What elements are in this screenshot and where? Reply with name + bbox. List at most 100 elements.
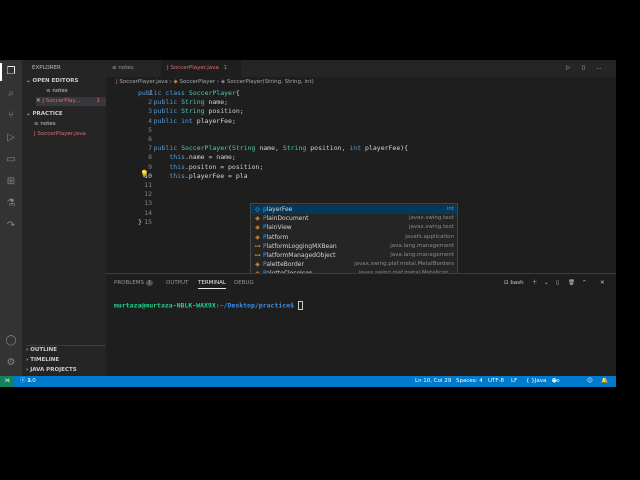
- encoding[interactable]: UTF-8: [488, 376, 504, 387]
- suggestion-detail: int: [446, 206, 454, 212]
- field-icon: ◇: [255, 206, 260, 213]
- breadcrumb-method[interactable]: SoccerPlayer(String, String, int): [227, 79, 314, 85]
- suggestion-item[interactable]: ◈ PlainView javax.swing.text: [251, 223, 457, 232]
- search-icon[interactable]: ⌕: [4, 87, 18, 101]
- feedback-icon[interactable]: ☺: [587, 376, 593, 387]
- explorer-sidebar: EXPLORER ⌄ OPEN EDITORS ≡ notes ✕ J Socc…: [22, 60, 110, 376]
- run-debug-icon[interactable]: ▷: [4, 131, 18, 145]
- code-line[interactable]: }: [138, 218, 142, 226]
- code-line[interactable]: public SoccerPlayer(String name, String …: [138, 144, 408, 152]
- split-icon: ▯: [582, 65, 586, 71]
- code-line[interactable]: this.name = name;: [138, 153, 236, 161]
- tab-terminal[interactable]: TERMINAL: [198, 278, 226, 289]
- java-projects-header[interactable]: › JAVA PROJECTS: [26, 366, 110, 375]
- language-mode[interactable]: { } Java: [526, 376, 546, 387]
- bottom-panel: PROBLEMS 1 OUTPUT TERMINAL DEBUG ⊡ bash …: [106, 273, 616, 377]
- suggestion-item[interactable]: ⊶ PlatformLoggingMXBean java.lang.manageme…: [251, 242, 457, 251]
- class-icon: ◈: [255, 261, 260, 269]
- breadcrumb-class[interactable]: SoccerPlayer: [180, 79, 216, 85]
- source-control-icon[interactable]: ⑂: [4, 109, 18, 123]
- code-line[interactable]: public int playerFee;: [138, 117, 236, 125]
- suggestion-label: PlainView: [263, 224, 292, 232]
- line-number: 5: [148, 125, 152, 134]
- open-editors-header[interactable]: ⌄ OPEN EDITORS: [26, 77, 110, 86]
- suggestion-detail: javafx.application: [405, 233, 454, 240]
- tab-notes[interactable]: ≡ notes: [106, 60, 161, 77]
- run-button[interactable]: ▷: [566, 60, 582, 77]
- suggestion-item[interactable]: ◇ playerFee int: [251, 205, 457, 215]
- suggestion-item[interactable]: ◈ PlainDocument javax.swing.text: [251, 214, 457, 223]
- tab-bar: ≡ notes J SoccerPlayer.java 1 ▷ ▯ …: [106, 60, 616, 77]
- line-number: 13: [144, 199, 152, 208]
- class-icon: ◈: [255, 233, 260, 241]
- suggestion-item[interactable]: ◈ PaletteBorder javax.swing.plaf.metal.Met…: [251, 260, 457, 269]
- explorer-title: EXPLORER: [32, 65, 61, 71]
- close-panel-icon[interactable]: ✕: [600, 278, 605, 288]
- code-line[interactable]: public String position;: [138, 107, 244, 115]
- code-line[interactable]: this.positon = position;: [138, 163, 263, 171]
- terminal-path: :~/Desktop/practice$: [215, 301, 295, 310]
- suggestion-item[interactable]: ⊶ PlatformManagedObject java.lang.manageme…: [251, 251, 457, 260]
- code-line[interactable]: public String name;: [138, 98, 228, 106]
- terminal-output[interactable]: murtaza@murtaza-NBLK-WAX9X:~/Desktop/pra…: [114, 301, 303, 310]
- chevron-down-icon[interactable]: ⌄: [544, 278, 549, 288]
- suggestion-label: Platform: [263, 233, 289, 241]
- suggestion-detail: java.lang.management: [390, 252, 454, 258]
- open-editor-soccerplayer[interactable]: ✕ J SoccerPlay... 1: [36, 97, 106, 106]
- breadcrumb: J SoccerPlayer.java › ◈ SoccerPlayer › ◈…: [106, 77, 616, 87]
- line-number: 15: [144, 217, 152, 226]
- suggestion-detail: javax.swing.plaf.metal.MetalBorders: [354, 261, 454, 268]
- line-number: 14: [144, 208, 152, 217]
- more-actions-button[interactable]: …: [596, 60, 610, 77]
- ellipsis-icon: …: [596, 65, 602, 71]
- status-bar: ⋊ ⓧ 1 ⚠ 0 Ln 10, Col 29 Spaces: 4 UTF-8 …: [0, 376, 616, 387]
- suggestion-detail: javax.swing.text: [409, 224, 454, 231]
- breadcrumb-file[interactable]: SoccerPlayer.java: [119, 79, 167, 85]
- terminal-shell-selector[interactable]: ⊡ bash: [504, 278, 524, 288]
- new-terminal-button[interactable]: ＋: [532, 278, 538, 288]
- timeline-header[interactable]: › TIMELINE: [26, 356, 110, 365]
- workspace-header[interactable]: ⌄ PRACTICE: [26, 110, 110, 119]
- play-icon: ▷: [566, 65, 571, 71]
- bell-icon[interactable]: 🔔: [601, 376, 608, 387]
- code-line[interactable]: this.playerFee = pla: [138, 172, 247, 180]
- remote-indicator-icon[interactable]: ⋊: [0, 376, 14, 387]
- tab-output[interactable]: OUTPUT: [166, 278, 188, 288]
- split-editor-button[interactable]: ▯: [582, 60, 596, 77]
- outline-header[interactable]: › OUTLINE: [26, 345, 110, 355]
- account-icon[interactable]: ◯: [4, 334, 18, 348]
- line-number: 12: [144, 190, 152, 199]
- line-number: 11: [144, 181, 152, 189]
- suggestion-detail: javax.swing.text: [409, 215, 454, 222]
- lightbulb-icon[interactable]: 💡: [140, 170, 149, 178]
- suggestion-label: PlatformManagedObject: [263, 252, 336, 259]
- remote-explorer-icon[interactable]: ▭: [4, 153, 18, 167]
- tab-soccerplayer[interactable]: J SoccerPlayer.java 1: [161, 60, 241, 77]
- explorer-icon[interactable]: ❐: [4, 65, 18, 79]
- editor-group: ≡ notes J SoccerPlayer.java 1 ▷ ▯ … J So…: [106, 60, 616, 377]
- class-icon: ◈: [255, 215, 260, 223]
- line-ending[interactable]: LF: [511, 376, 517, 387]
- suggestion-label: playerFee: [263, 206, 293, 213]
- class-icon: ◈: [255, 224, 260, 232]
- trash-icon[interactable]: 🗑: [568, 278, 575, 288]
- suggestion-label: PlatformLoggingMXBean: [263, 242, 337, 250]
- code-line[interactable]: public class SoccerPlayer{: [138, 89, 240, 97]
- suggestion-detail: java.lang.management: [390, 242, 454, 249]
- maximize-panel-icon[interactable]: ⌃: [582, 278, 587, 288]
- suggestion-item[interactable]: ◈ Platform javafx.application: [251, 233, 457, 242]
- indentation[interactable]: Spaces: 4: [456, 376, 483, 387]
- cursor-position[interactable]: Ln 10, Col 29: [415, 376, 451, 387]
- manage-gear-icon[interactable]: ⚙: [4, 356, 18, 370]
- testing-icon[interactable]: ⚗: [4, 197, 18, 211]
- code-editor[interactable]: 1 2 3 4 5 6 7 8 9 10 11 12 13 14 15 public class Socce…: [106, 87, 616, 316]
- tab-debug[interactable]: DEBUG: [234, 278, 254, 288]
- problems-status[interactable]: ⓧ 1 ⚠ 0: [20, 376, 36, 387]
- terminal-cursor: [297, 301, 303, 310]
- split-terminal-icon[interactable]: ▯: [556, 278, 559, 288]
- live-share-icon[interactable]: ↷: [4, 219, 18, 233]
- extensions-icon[interactable]: ⊞: [4, 175, 18, 189]
- tab-problems[interactable]: PROBLEMS 1: [114, 278, 154, 288]
- suggestion-label: PlainDocument: [263, 215, 309, 223]
- terminal-user: murtaza@murtaza-NBLK-WAX9X: [114, 301, 216, 310]
